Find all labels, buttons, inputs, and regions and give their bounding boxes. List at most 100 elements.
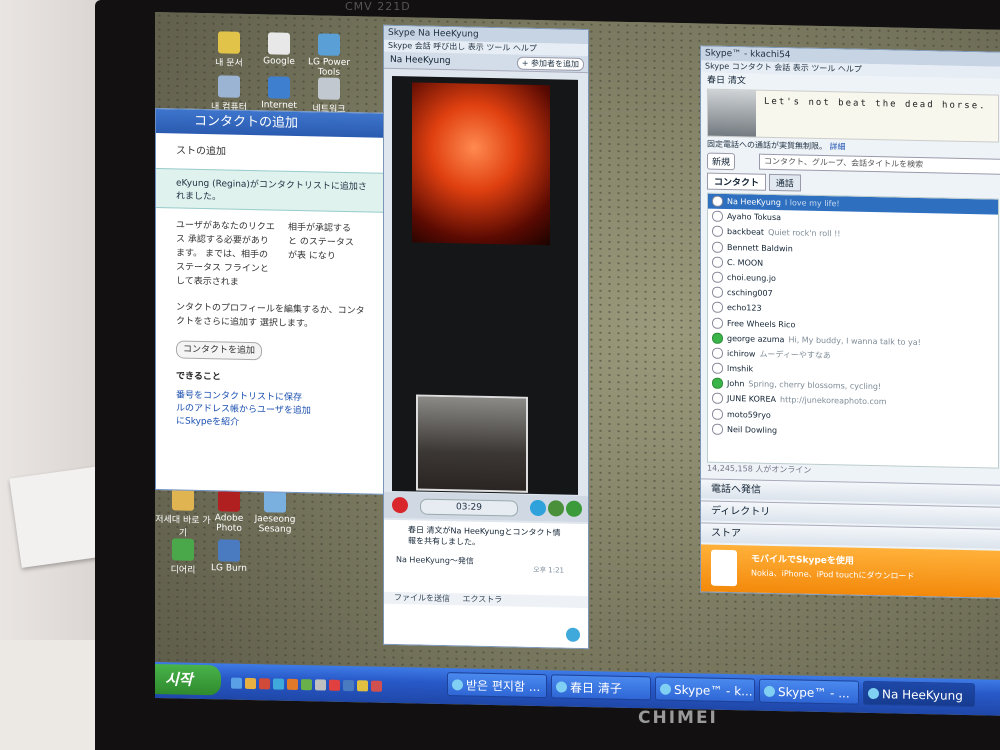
taskbar-item[interactable]: 春日 清子: [551, 674, 651, 701]
landline-link[interactable]: 詳細: [830, 142, 846, 151]
desktop-icon[interactable]: 내 문서: [201, 31, 257, 69]
quick-launch-icon[interactable]: [259, 678, 270, 690]
contact-name: Free Wheels Rico: [727, 318, 796, 329]
hang-up-icon[interactable]: [392, 496, 408, 514]
call-icon[interactable]: [566, 500, 582, 517]
status-icon: [712, 423, 723, 435]
contact-name: csching007: [727, 288, 773, 299]
status-icon: [712, 301, 723, 314]
status-icon: [712, 332, 723, 344]
chat-panel: 春日 清文がNa HeeKyungとコンタクト情報を共有しました。 Na Hee…: [384, 519, 588, 649]
tools-icon: [318, 33, 340, 56]
video-toggle-icon[interactable]: [530, 499, 546, 517]
add-contact-subtitle: ストの追加: [176, 145, 226, 158]
diary-icon: [172, 538, 194, 561]
quick-launch-icon[interactable]: [329, 679, 340, 691]
desktop-icon[interactable]: Jaeseong Sesang: [247, 490, 303, 535]
profile-edit-text: ンタクトのプロフィールを編集するか、コンタクトをさらに追加す 選択します。: [176, 302, 365, 330]
landline-promo: 固定電話への通話が実質無制限。 詳細: [707, 139, 846, 153]
contact-name: george azuma: [727, 333, 785, 344]
status-icon: [712, 256, 723, 268]
status-icon: [712, 195, 723, 207]
desktop-icon[interactable]: 네트워크: [301, 77, 357, 115]
send-icon[interactable]: [566, 627, 580, 642]
invite-link[interactable]: にSkypeを紹介: [176, 415, 372, 432]
contact-mood: ムーディーやすなあ: [759, 349, 831, 361]
ie-icon: [268, 76, 290, 99]
add-contact-button[interactable]: コンタクトを追加: [176, 340, 263, 361]
start-button[interactable]: 시작: [155, 664, 221, 696]
status-icon: [712, 317, 723, 329]
promo-title: モバイルでSkypeを使用: [751, 554, 854, 567]
contact-name: Neil Dowling: [727, 424, 778, 435]
tab-contacts[interactable]: コンタクト: [707, 172, 767, 191]
contact-list: Na HeeKyung I love my life! Ayaho Tokusa ba…: [707, 192, 999, 469]
status-icon: [712, 241, 723, 253]
desktop-icon[interactable]: LG Power Tools: [301, 33, 357, 78]
add-participant-button[interactable]: + 参加者を追加: [516, 56, 584, 71]
status-icon: [712, 393, 723, 405]
desktop-icon[interactable]: LG Burn: [201, 539, 257, 574]
mood-message[interactable]: Let's not beat the dead horse.: [764, 97, 987, 112]
call-timer: 03:29: [420, 498, 518, 517]
taskbar-item[interactable]: Skype™ - ...: [759, 678, 859, 705]
desktop-icon-label: Adobe Photo: [214, 513, 244, 534]
remote-video: [412, 82, 550, 246]
taskbar-item[interactable]: Skype™ - k...: [655, 676, 755, 703]
screen: 내 문서 Google LG Power Tools 내 컴퓨터 Interne…: [155, 12, 1000, 716]
pending-request-text: ユーザがあなたのリクエス 承認する必要があります。 までは、相手のステータス フ…: [176, 220, 275, 288]
send-file-button[interactable]: ファイルを送信: [394, 593, 450, 603]
burn-icon: [218, 539, 240, 562]
landline-text: 固定電話への通話が実質無制限。: [707, 139, 827, 152]
mute-icon[interactable]: [548, 500, 564, 517]
monitor-model: CMV 221D: [345, 0, 411, 13]
status-icon: [712, 408, 723, 420]
quick-launch-icon[interactable]: [343, 679, 354, 692]
extras-button[interactable]: エクストラ: [463, 594, 503, 604]
tab-calls[interactable]: 通話: [768, 173, 801, 192]
desktop-icon-label: 디어리: [170, 565, 196, 576]
contact-name: ichirow: [727, 348, 756, 359]
desktop-icon[interactable]: 내 컴퓨터: [201, 75, 257, 113]
desktop-icon-label: Jaeseong Sesang: [254, 514, 296, 535]
contact-mood: Spring, cherry blossoms, cycling!: [748, 379, 882, 392]
contact-mood: http://junekoreaphoto.com: [780, 395, 887, 407]
search-input[interactable]: コンタクト、グループ、会話タイトルを検索: [759, 153, 1000, 175]
contact-name: John: [727, 379, 745, 389]
call-log-time: 오후 1:21: [533, 565, 564, 575]
quick-launch-icon[interactable]: [301, 679, 312, 691]
desktop-icon-label: Google: [263, 56, 295, 67]
quick-launch-icon[interactable]: [357, 680, 368, 692]
quick-launch-icon[interactable]: [287, 678, 298, 690]
self-video: [416, 394, 528, 493]
desktop-icon-label: LG Power Tools: [307, 57, 351, 78]
google-icon: [268, 32, 290, 55]
mobile-promo[interactable]: モバイルでSkypeを使用 Nokia、iPhone、iPod touchにダウ…: [701, 544, 1000, 598]
taskbar-item[interactable]: 받은 편지함 ...: [447, 672, 547, 699]
desktop-icon[interactable]: Google: [251, 32, 307, 67]
folder-icon: [172, 488, 194, 511]
avatar[interactable]: [708, 89, 756, 137]
tab-bar: コンタクト 通話: [707, 172, 801, 192]
network-icon: [318, 77, 340, 100]
contact-name: backbeat: [727, 227, 765, 238]
computer-icon: [218, 75, 240, 98]
quick-launch-icon[interactable]: [231, 677, 242, 689]
taskbar-item[interactable]: Na HeeKyung: [863, 680, 975, 708]
contact-mood: Quiet rock'n roll !!: [768, 228, 841, 239]
contact-mood: I love my life!: [784, 198, 840, 209]
phone-icon: [711, 549, 737, 587]
chat-message: 春日 清文がNa HeeKyungとコンタクト情報を共有しました。: [408, 525, 561, 547]
skype-main-window: Skype™ - kkachi54 Skype コンタクト 会話 表示 ツール …: [700, 45, 1000, 599]
quick-launch-icon[interactable]: [315, 679, 326, 691]
quick-launch-icon[interactable]: [371, 680, 382, 692]
quick-launch-icon[interactable]: [273, 678, 284, 690]
online-count: 14,245,158 人がオンライン: [707, 463, 812, 475]
photoshop-icon: [218, 489, 240, 512]
quick-launch-icon[interactable]: [245, 677, 256, 690]
folder-icon: [218, 31, 240, 54]
new-button[interactable]: 新規: [707, 152, 736, 171]
contact-name: Bennett Baldwin: [727, 242, 793, 253]
contact-mood: Hi, My buddy, I wanna talk to ya!: [788, 334, 921, 347]
add-contact-window: コンタクトの追加 ストの追加 eKyung (Regina)がコンタクトリストに…: [155, 108, 393, 495]
